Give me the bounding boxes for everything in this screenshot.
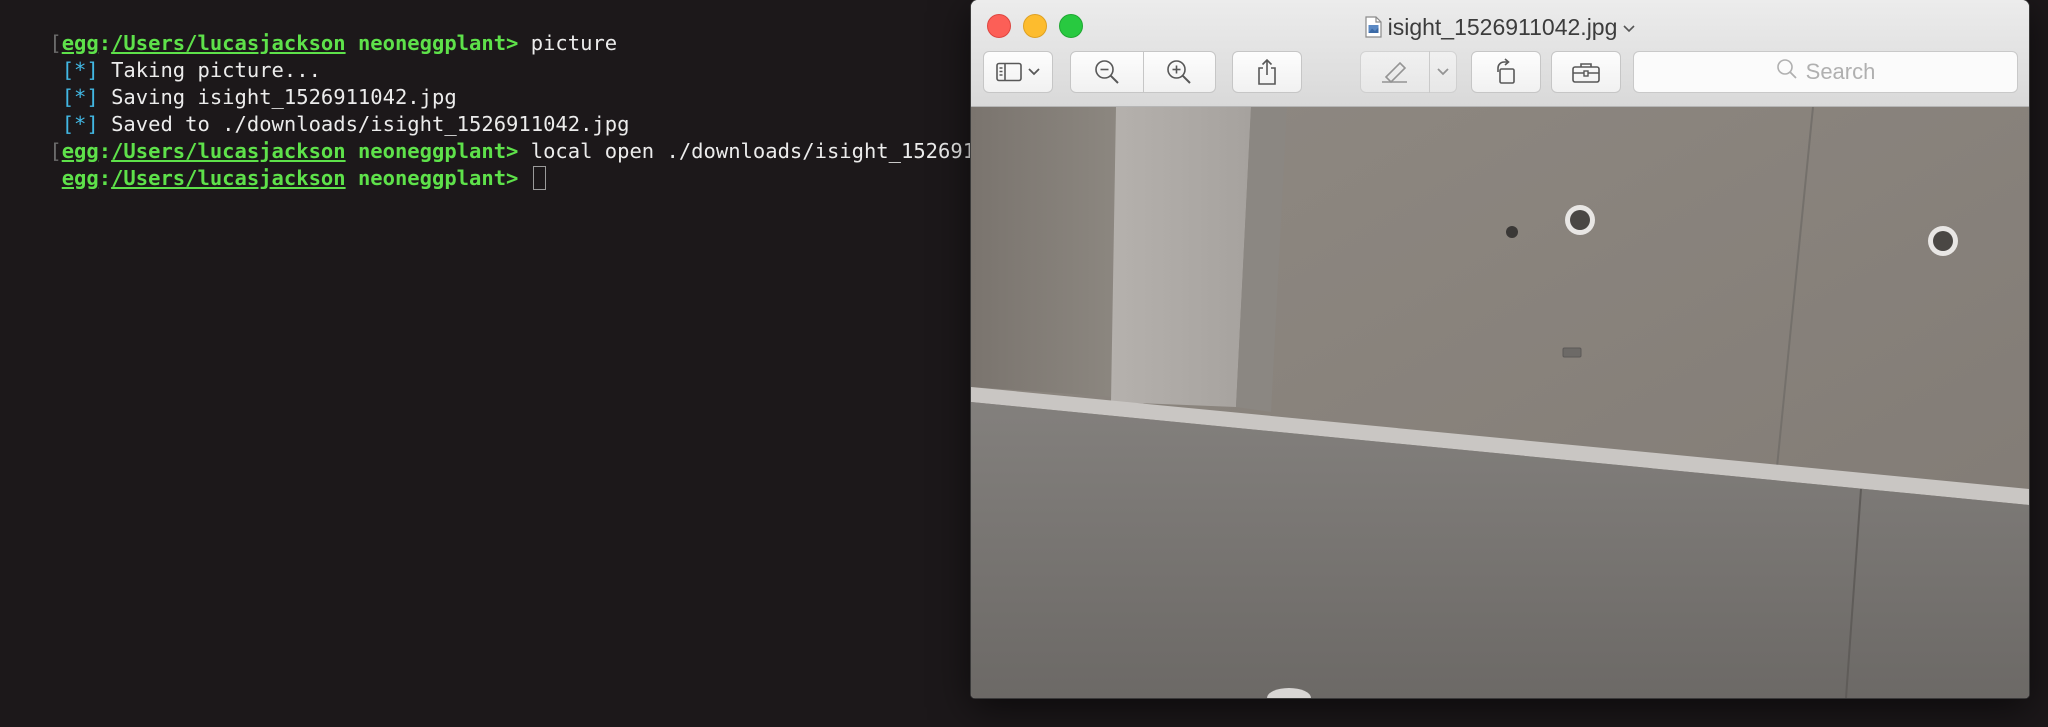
zoom-out-icon — [1094, 59, 1120, 85]
prompt-host: neoneggplant — [357, 31, 507, 55]
prompt-user: egg — [61, 166, 99, 190]
terminal-command — [518, 166, 530, 190]
zoom-out-button[interactable] — [1071, 52, 1143, 92]
search-field[interactable]: Search — [1633, 51, 2018, 93]
terminal-line-prompt: [egg:/Users/lucasjackson neoneggplant> l… — [49, 139, 1074, 163]
terminal-output-line: [*] Taking picture... — [0, 30, 321, 82]
terminal-output-line: [*] Saving isight_1526911042.jpg — [0, 57, 457, 109]
prompt-host: neoneggplant — [357, 166, 507, 190]
chevron-down-icon — [1437, 68, 1449, 76]
document-icon — [1365, 15, 1382, 38]
markup-button[interactable] — [1360, 51, 1430, 93]
zoom-button-group — [1070, 51, 1216, 93]
share-button[interactable] — [1232, 51, 1302, 93]
chevron-down-icon — [1028, 68, 1040, 76]
preview-window[interactable]: isight_1526911042.jpg Search — [971, 0, 2029, 698]
terminal-output-line: [*] Saved to ./downloads/isight_15269110… — [0, 84, 630, 136]
image-content[interactable] — [971, 107, 2029, 698]
sidebar-toggle-button[interactable] — [983, 51, 1053, 93]
sidebar-icon — [996, 62, 1022, 82]
markup-pen-icon — [1380, 60, 1410, 84]
terminal-command: picture — [518, 31, 618, 55]
prompt-arrow: > — [506, 166, 519, 190]
ceiling-photo — [971, 107, 2029, 698]
terminal-line-prompt: [egg:/Users/lucasjackson neoneggplant> p… — [49, 31, 618, 55]
prompt-arrow: > — [506, 31, 519, 55]
titlebar[interactable]: isight_1526911042.jpg Search — [971, 0, 2029, 107]
window-title-text: isight_1526911042.jpg — [1387, 14, 1618, 40]
prompt-path: /Users/lucasjackson — [111, 166, 346, 190]
chevron-down-icon[interactable] — [1623, 10, 1635, 40]
terminal-cursor[interactable] — [532, 166, 546, 190]
search-placeholder: Search — [1805, 59, 1876, 84]
terminal-line-prompt: egg:/Users/lucasjackson neoneggplant> — [0, 138, 546, 190]
markup-menu-button[interactable] — [1429, 51, 1457, 93]
markup-toolbar-button[interactable] — [1551, 51, 1621, 93]
toolbox-icon — [1571, 60, 1601, 84]
search-icon — [1776, 58, 1806, 86]
share-icon — [1256, 58, 1278, 86]
rotate-button[interactable] — [1471, 51, 1541, 93]
zoom-in-icon — [1166, 59, 1192, 85]
rotate-icon — [1492, 58, 1520, 86]
zoom-in-button[interactable] — [1143, 52, 1215, 92]
window-title[interactable]: isight_1526911042.jpg — [971, 10, 2029, 42]
